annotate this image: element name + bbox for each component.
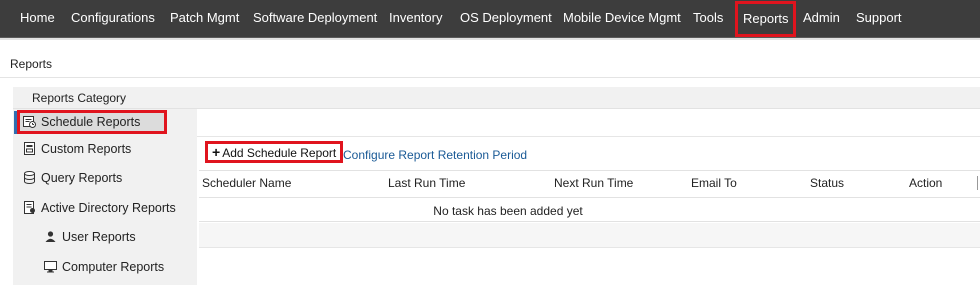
- column-separator: [977, 176, 978, 190]
- column-header-action: Action: [909, 176, 943, 190]
- empty-table-message: No task has been added yet: [433, 204, 583, 218]
- nav-support[interactable]: Support: [856, 0, 902, 36]
- nav-admin[interactable]: Admin: [803, 0, 840, 36]
- page-title: Reports: [10, 57, 53, 71]
- add-schedule-report-label: Add Schedule Report: [222, 146, 337, 160]
- nav-mobile-device-mgmt[interactable]: Mobile Device Mgmt: [563, 0, 681, 36]
- nav-os-deployment[interactable]: OS Deployment: [460, 0, 552, 36]
- sidebar-item-user-reports[interactable]: User Reports: [44, 226, 136, 248]
- sidebar-item-label: User Reports: [62, 230, 136, 244]
- sidebar-item-label: Computer Reports: [62, 260, 165, 274]
- directory-report-icon: [23, 199, 36, 214]
- sidebar-item-computer-reports[interactable]: Computer Reports: [44, 256, 164, 278]
- sidebar-item-custom-reports[interactable]: Custom Reports: [23, 138, 131, 160]
- sidebar-item-query-reports[interactable]: Query Reports: [23, 167, 122, 189]
- nav-divider: [0, 38, 980, 40]
- nav-home[interactable]: Home: [20, 0, 55, 36]
- database-icon: [23, 169, 36, 184]
- nav-patch-mgmt[interactable]: Patch Mgmt: [170, 0, 239, 36]
- sidebar-item-label: Active Directory Reports: [41, 201, 176, 215]
- column-header-email-to[interactable]: Email To: [691, 176, 737, 190]
- top-navigation-bar: Home Configurations Patch Mgmt Software …: [0, 0, 980, 38]
- nav-configurations[interactable]: Configurations: [71, 0, 155, 36]
- column-header-status[interactable]: Status: [810, 176, 844, 190]
- add-schedule-report-button[interactable]: + Add Schedule Report: [205, 141, 344, 163]
- sidebar-item-label: Custom Reports: [41, 142, 132, 156]
- nav-software-deployment[interactable]: Software Deployment: [253, 0, 377, 36]
- user-icon: [44, 228, 57, 242]
- monitor-icon: [44, 258, 57, 273]
- category-header: Reports Category: [32, 91, 127, 105]
- sidebar-item-label: Query Reports: [41, 171, 123, 185]
- highlight-box: [17, 110, 167, 134]
- nav-inventory[interactable]: Inventory: [389, 0, 442, 36]
- category-header-bar: [13, 87, 980, 109]
- custom-report-icon: [23, 140, 36, 155]
- column-header-next-run-time[interactable]: Next Run Time: [554, 176, 633, 190]
- nav-reports[interactable]: Reports: [735, 1, 796, 37]
- column-header-last-run-time[interactable]: Last Run Time: [388, 176, 465, 190]
- toolbar-divider: [197, 136, 980, 137]
- table-footer: [199, 223, 980, 248]
- nav-tools[interactable]: Tools: [693, 0, 723, 36]
- app-window: Home Configurations Patch Mgmt Software …: [0, 0, 980, 285]
- configure-retention-link[interactable]: Configure Report Retention Period: [343, 148, 527, 162]
- column-header-scheduler-name[interactable]: Scheduler Name: [202, 176, 291, 190]
- title-divider: [0, 77, 980, 78]
- plus-icon: +: [212, 144, 221, 160]
- sidebar-item-active-directory-reports[interactable]: Active Directory Reports: [23, 197, 176, 219]
